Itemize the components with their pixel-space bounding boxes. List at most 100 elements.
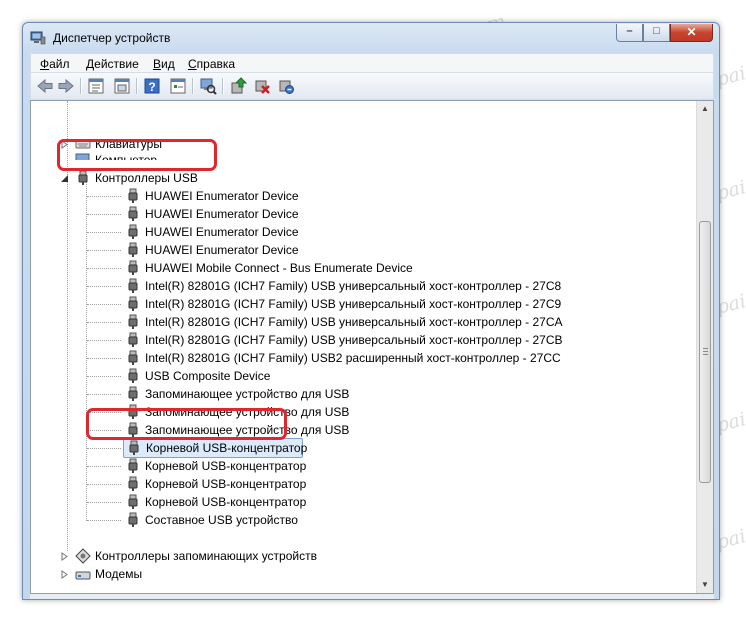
- usb-plug-icon: [128, 404, 138, 419]
- forward-icon[interactable]: [57, 77, 75, 95]
- toolbar-separator: [192, 78, 193, 94]
- tree-item-storage-controllers[interactable]: Контроллеры запоминающих устройств: [61, 547, 403, 565]
- tree-guide-line: [67, 101, 68, 551]
- menu-file[interactable]: Файл: [40, 57, 70, 71]
- tree-guide-line: [87, 484, 121, 485]
- menu-file-label: айл: [49, 57, 70, 71]
- tree-item-label: HUAWEI Mobile Connect - Bus Enumerate De…: [145, 261, 413, 275]
- tree-guide-line: [87, 196, 121, 197]
- maximize-button[interactable]: □: [643, 24, 670, 42]
- toolbar: ?: [30, 73, 714, 100]
- svg-text:?: ?: [148, 80, 155, 94]
- disable-device-icon[interactable]: [277, 77, 295, 95]
- menu-bar: Файл Действие Вид Справка: [30, 53, 714, 73]
- expand-arrow-icon[interactable]: [60, 140, 69, 149]
- tree-item-label: Контроллеры запоминающих устройств: [95, 549, 317, 563]
- tree-guide-line: [87, 430, 121, 431]
- tree-item-root-hub-selected[interactable]: Корневой USB-концентратор: [123, 438, 307, 458]
- scan-hardware-icon[interactable]: [199, 77, 217, 95]
- menu-help-accel: С: [188, 57, 197, 71]
- menu-action[interactable]: Действие: [86, 57, 139, 71]
- tree-item-label: Intel(R) 82801G (ICH7 Family) USB универ…: [145, 315, 563, 329]
- tree-item-label: Контроллеры USB: [95, 171, 198, 185]
- tree-item-label: Intel(R) 82801G (ICH7 Family) USB универ…: [145, 333, 563, 347]
- tree-guide-line: [87, 232, 121, 233]
- tree-item-label: Запоминающее устройство для USB: [145, 387, 350, 401]
- tree-item-label: HUAWEI Enumerator Device: [145, 189, 299, 203]
- device-manager-icon: [30, 31, 46, 45]
- usb-plug-icon: [128, 368, 138, 383]
- computer-icon[interactable]: [113, 77, 131, 95]
- details-icon[interactable]: [169, 77, 187, 95]
- grip-line: [703, 351, 708, 352]
- help-icon[interactable]: ?: [143, 77, 161, 95]
- tree-item-computer[interactable]: Компьютер: [73, 151, 373, 160]
- caption-buttons: – □ ✕: [616, 24, 713, 42]
- tree-guide-line: [87, 304, 121, 305]
- status-bar: [30, 594, 714, 599]
- tree-item-label: Корневой USB-концентратор: [145, 495, 307, 509]
- toolbar-separator: [80, 78, 81, 94]
- maximize-icon: □: [653, 25, 660, 37]
- tree-item-label: Intel(R) 82801G (ICH7 Family) USB2 расши…: [145, 351, 561, 365]
- tree-guide-line: [87, 412, 121, 413]
- menu-view[interactable]: Вид: [153, 57, 175, 71]
- menu-help[interactable]: Справка: [188, 57, 235, 71]
- usb-plug-icon: [128, 458, 138, 473]
- usb-plug-icon: [128, 422, 138, 437]
- computer-icon: [75, 153, 90, 160]
- usb-plug-icon: [128, 206, 138, 221]
- tree-item-label: USB Composite Device: [145, 369, 271, 383]
- scrollbar-thumb[interactable]: [699, 221, 711, 483]
- scroll-up-icon[interactable]: ▲: [697, 101, 713, 117]
- tree-item-label: Составное USB устройство: [145, 513, 298, 527]
- usb-plug-icon: [128, 386, 138, 401]
- modem-icon: [75, 571, 91, 580]
- tree-item-modems[interactable]: Модемы: [61, 565, 373, 583]
- title-bar[interactable]: Диспетчер устройств – □ ✕: [23, 23, 719, 53]
- minimize-button[interactable]: –: [616, 24, 643, 42]
- toolbar-separator: [136, 78, 137, 94]
- tree-item-label: Компьютер: [95, 153, 158, 160]
- properties-list-icon[interactable]: [87, 77, 105, 95]
- expand-arrow-icon[interactable]: [60, 570, 69, 579]
- usb-plug-icon: [128, 476, 138, 491]
- expand-arrow-icon[interactable]: [60, 552, 69, 561]
- usb-plug-icon: [128, 224, 138, 239]
- uninstall-icon[interactable]: [253, 77, 271, 95]
- grip-line: [703, 354, 708, 355]
- usb-plug-icon: [128, 296, 138, 311]
- tree-item-label: Корневой USB-концентратор: [146, 441, 308, 455]
- tree-item-label: Корневой USB-концентратор: [145, 477, 307, 491]
- tree-guide-line: [87, 268, 121, 269]
- device-tree[interactable]: Клавиатуры Компьютер Контроллеры USB HUA…: [31, 101, 696, 593]
- scroll-down-icon[interactable]: ▼: [697, 577, 713, 593]
- tree-item-label: Корневой USB-концентратор: [145, 459, 307, 473]
- usb-plug-icon: [128, 350, 138, 365]
- tree-item-label: Intel(R) 82801G (ICH7 Family) USB универ…: [145, 297, 562, 311]
- device-manager-window: Диспетчер устройств – □ ✕ Файл Действие …: [22, 22, 720, 600]
- tree-guide-line: [87, 502, 121, 503]
- tree-item-label: Модемы: [95, 567, 143, 581]
- tree-item-label: HUAWEI Enumerator Device: [145, 207, 299, 221]
- tree-guide-line: [87, 286, 121, 287]
- grip-line: [703, 348, 708, 349]
- menu-action-label: ействие: [94, 57, 139, 71]
- menu-file-accel: Ф: [40, 57, 50, 71]
- usb-plug-icon: [128, 332, 138, 347]
- back-icon[interactable]: [36, 77, 54, 95]
- vertical-scrollbar[interactable]: ▲ ▼: [696, 101, 713, 593]
- usb-plug-icon: [128, 314, 138, 329]
- tree-item-usb-controllers[interactable]: Контроллеры USB: [61, 169, 373, 187]
- collapse-arrow-icon[interactable]: [60, 174, 69, 183]
- update-driver-icon[interactable]: [229, 77, 247, 95]
- toolbar-separator: [222, 78, 223, 94]
- close-button[interactable]: ✕: [670, 24, 713, 42]
- tree-guide-line: [87, 520, 121, 521]
- usb-plug-icon: [128, 494, 138, 509]
- menu-help-label: правка: [196, 57, 236, 71]
- tree-guide-line: [87, 250, 121, 251]
- tree-item-label: HUAWEI Enumerator Device: [145, 225, 299, 239]
- close-icon: ✕: [686, 25, 697, 39]
- usb-plug-icon: [128, 242, 138, 257]
